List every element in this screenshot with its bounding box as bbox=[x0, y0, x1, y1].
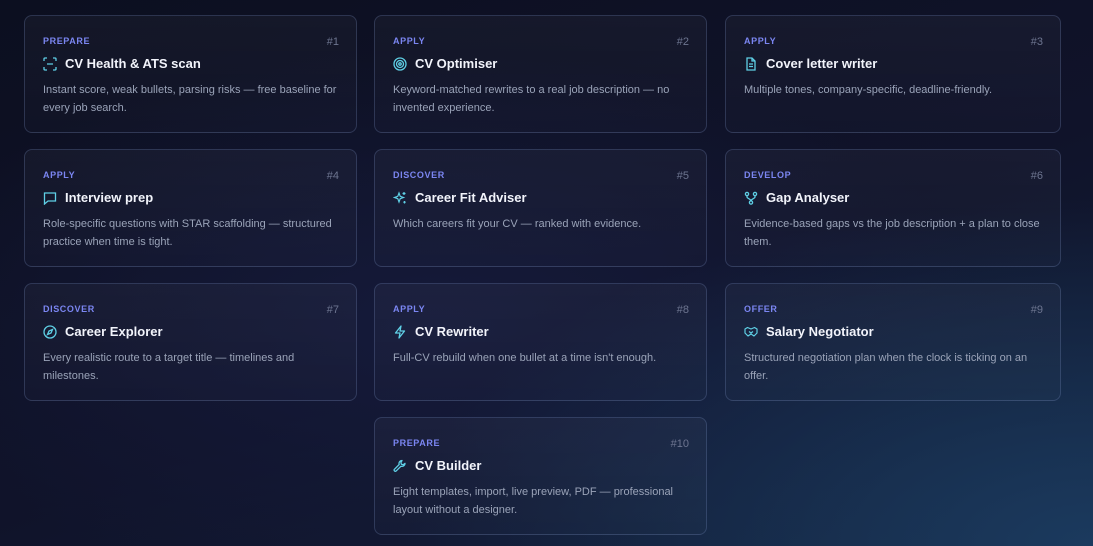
category-tag: APPLY bbox=[393, 304, 426, 314]
card-number: #4 bbox=[326, 170, 339, 182]
category-tag: DISCOVER bbox=[393, 170, 445, 180]
card-number: #3 bbox=[1030, 36, 1043, 48]
tool-card-cv-health[interactable]: PREPARE #1 CV Health & ATS scan Instant … bbox=[24, 15, 357, 133]
card-title: CV Rewriter bbox=[415, 324, 489, 339]
card-number: #10 bbox=[670, 438, 689, 450]
card-title: Gap Analyser bbox=[766, 190, 850, 205]
card-title: CV Optimiser bbox=[415, 56, 498, 71]
tool-card-interview-prep[interactable]: APPLY #4 Interview prep Role-specific qu… bbox=[24, 149, 357, 267]
scan-icon bbox=[43, 56, 57, 71]
handshake-icon bbox=[744, 325, 758, 339]
card-number: #1 bbox=[326, 36, 339, 48]
category-tag: APPLY bbox=[393, 36, 426, 46]
tool-card-career-fit[interactable]: DISCOVER #5 Career Fit Adviser Which car… bbox=[374, 149, 707, 267]
sparkles-icon bbox=[393, 190, 407, 205]
card-description: Role-specific questions with STAR scaffo… bbox=[43, 218, 332, 248]
card-title: Interview prep bbox=[65, 190, 154, 205]
chat-icon bbox=[43, 191, 57, 205]
card-title: CV Health & ATS scan bbox=[65, 56, 201, 71]
card-number: #6 bbox=[1030, 170, 1043, 182]
compass-icon bbox=[43, 324, 57, 339]
card-title: Cover letter writer bbox=[766, 56, 878, 71]
card-description: Multiple tones, company-specific, deadli… bbox=[744, 84, 993, 96]
card-description: Full-CV rebuild when one bullet at a tim… bbox=[393, 352, 657, 364]
card-description: Evidence-based gaps vs the job descripti… bbox=[744, 218, 1040, 248]
card-number: #8 bbox=[676, 304, 689, 316]
category-tag: APPLY bbox=[43, 170, 76, 180]
card-title: Career Fit Adviser bbox=[415, 190, 527, 205]
card-title: Career Explorer bbox=[65, 324, 163, 339]
card-description: Eight templates, import, live preview, P… bbox=[393, 486, 674, 516]
lightning-icon bbox=[393, 324, 407, 339]
card-description: Instant score, weak bullets, parsing ris… bbox=[43, 84, 337, 114]
card-description: Structured negotiation plan when the clo… bbox=[744, 352, 1028, 382]
category-tag: DEVELOP bbox=[744, 170, 792, 180]
tool-card-career-explorer[interactable]: DISCOVER #7 Career Explorer Every realis… bbox=[24, 283, 357, 401]
wrench-icon bbox=[393, 459, 407, 473]
category-tag: PREPARE bbox=[43, 36, 91, 46]
category-tag: OFFER bbox=[744, 304, 778, 314]
target-icon bbox=[393, 56, 407, 71]
category-tag: PREPARE bbox=[393, 438, 441, 448]
card-number: #9 bbox=[1030, 304, 1043, 316]
tool-card-cv-builder[interactable]: PREPARE #10 CV Builder Eight templates, … bbox=[374, 417, 707, 535]
tool-card-cover-letter[interactable]: APPLY #3 Cover letter writer Multiple to… bbox=[725, 15, 1061, 133]
card-number: #5 bbox=[676, 170, 689, 182]
tool-card-cv-rewriter[interactable]: APPLY #8 CV Rewriter Full-CV rebuild whe… bbox=[374, 283, 707, 401]
card-number: #2 bbox=[676, 36, 689, 48]
card-number: #7 bbox=[326, 304, 339, 316]
document-icon bbox=[744, 56, 758, 71]
branch-icon bbox=[744, 191, 758, 205]
tool-card-cv-optimiser[interactable]: APPLY #2 CV Optimiser Keyword-matched re… bbox=[374, 15, 707, 133]
category-tag: DISCOVER bbox=[43, 304, 95, 314]
tool-card-gap-analyser[interactable]: DEVELOP #6 Gap Analyser Evidence-based g… bbox=[725, 149, 1061, 267]
card-title: CV Builder bbox=[415, 458, 482, 473]
card-title: Salary Negotiator bbox=[766, 324, 874, 339]
card-description: Every realistic route to a target title … bbox=[43, 352, 295, 382]
tool-card-salary-negotiator[interactable]: OFFER #9 Salary Negotiator Structured ne… bbox=[725, 283, 1061, 401]
category-tag: APPLY bbox=[744, 36, 777, 46]
card-description: Keyword-matched rewrites to a real job d… bbox=[393, 84, 670, 114]
card-description: Which careers fit your CV — ranked with … bbox=[393, 218, 642, 230]
